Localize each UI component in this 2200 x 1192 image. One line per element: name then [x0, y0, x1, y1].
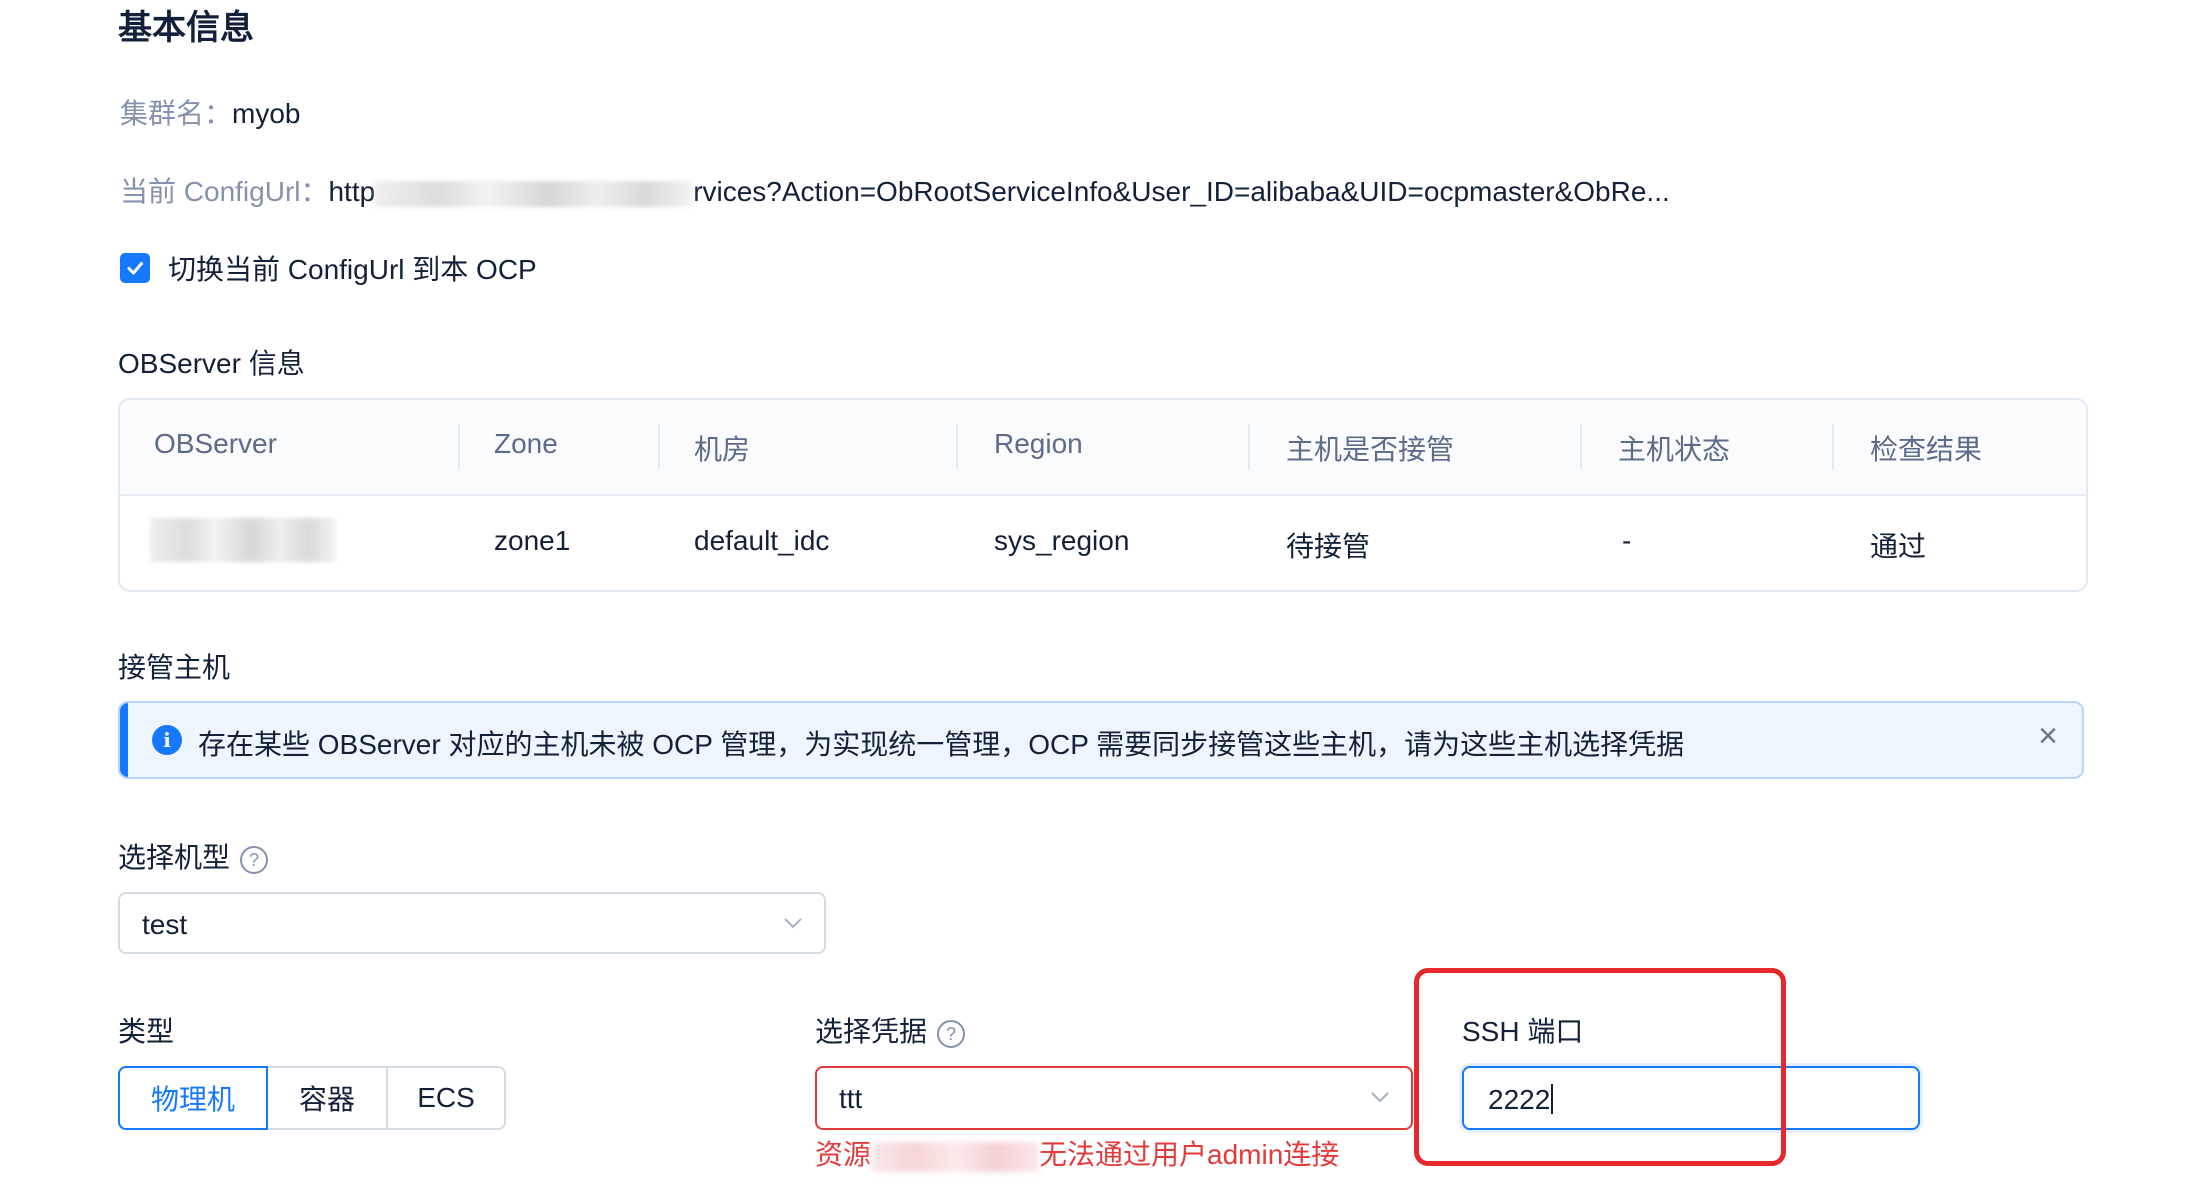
- model-select[interactable]: test: [118, 892, 826, 954]
- section-title-basic-info: 基本信息: [118, 9, 254, 47]
- type-segmented-control: 物理机 容器 ECS: [118, 1066, 506, 1130]
- switch-config-url-label: 切换当前 ConfigUrl 到本 OCP: [168, 254, 537, 285]
- cell-managed: 待接管: [1286, 531, 1371, 562]
- switch-config-url-option[interactable]: 切换当前 ConfigUrl 到本 OCP: [120, 248, 537, 288]
- column-separator: [1248, 424, 1250, 470]
- config-url-redacted: [375, 180, 694, 207]
- column-header-observer: OBServer: [154, 428, 277, 459]
- config-url-row: 当前 ConfigUrl：http rvices?Action=ObRootSer…: [120, 170, 1670, 210]
- observer-table-header: OBServer Zone 机房 Region 主机是否接管 主机状态 检查结果: [120, 400, 2086, 496]
- highlight-annotation-box: [1414, 968, 1786, 1166]
- config-url-suffix: rvices?Action=ObRootServiceInfo&User_ID=…: [693, 176, 1670, 207]
- takeover-alert: i 存在某些 OBServer 对应的主机未被 OCP 管理，为实现统一管理，O…: [118, 701, 2084, 779]
- help-icon[interactable]: ?: [240, 845, 269, 874]
- help-icon[interactable]: ?: [937, 1019, 966, 1048]
- model-label: 选择机型: [118, 842, 231, 873]
- alert-accent-bar: [120, 703, 128, 777]
- cell-idc: default_idc: [694, 525, 830, 556]
- observer-address-redacted: [150, 518, 336, 562]
- alert-message: 存在某些 OBServer 对应的主机未被 OCP 管理，为实现统一管理，OCP…: [198, 729, 1685, 760]
- credential-label-row: 选择凭据?: [815, 1010, 966, 1050]
- column-header-managed: 主机是否接管: [1286, 434, 1455, 465]
- chevron-down-icon: [784, 918, 802, 929]
- credential-label: 选择凭据: [815, 1016, 928, 1047]
- column-separator: [458, 424, 460, 470]
- column-separator: [956, 424, 958, 470]
- cell-region: sys_region: [994, 525, 1130, 556]
- cell-host-status: -: [1622, 525, 1632, 556]
- switch-config-url-checkbox[interactable]: [120, 253, 150, 283]
- cell-zone: zone1: [494, 525, 571, 556]
- column-header-idc: 机房: [694, 434, 751, 465]
- cluster-name-value: myob: [232, 98, 301, 129]
- column-separator: [1580, 424, 1582, 470]
- model-select-value: test: [142, 909, 188, 940]
- cell-check-result: 通过: [1870, 531, 1927, 562]
- type-label: 类型: [118, 1016, 175, 1047]
- close-icon[interactable]: ×: [2038, 717, 2058, 756]
- credential-error-message: 资源 无法通过用户admin连接: [815, 1133, 1339, 1173]
- column-header-check-result: 检查结果: [1870, 434, 1983, 465]
- credential-error-redacted: [871, 1141, 1040, 1172]
- info-icon: i: [152, 725, 182, 755]
- model-label-row: 选择机型?: [118, 836, 269, 876]
- column-header-region: Region: [994, 428, 1083, 459]
- credential-error-prefix: 资源: [815, 1139, 872, 1170]
- cluster-name-label: 集群名：: [120, 98, 233, 129]
- cluster-name-row: 集群名：myob: [120, 92, 300, 132]
- config-url-prefix: http: [328, 176, 376, 207]
- credential-select[interactable]: ttt: [815, 1066, 1413, 1130]
- takeover-host-title: 接管主机: [118, 652, 231, 683]
- check-icon: [127, 262, 143, 275]
- type-option-ecs[interactable]: ECS: [386, 1066, 506, 1130]
- observer-table: OBServer Zone 机房 Region 主机是否接管 主机状态 检查结果…: [118, 398, 2088, 592]
- type-option-physical[interactable]: 物理机: [118, 1066, 268, 1130]
- observer-info-title: OBServer 信息: [118, 348, 305, 379]
- column-header-host-status: 主机状态: [1618, 434, 1731, 465]
- column-separator: [658, 424, 660, 470]
- credential-select-value: ttt: [839, 1083, 863, 1114]
- config-url-label: 当前 ConfigUrl：: [120, 176, 329, 207]
- credential-error-suffix: 无法通过用户admin连接: [1039, 1139, 1340, 1170]
- type-option-container[interactable]: 容器: [266, 1066, 388, 1130]
- column-separator: [1832, 424, 1834, 470]
- column-header-zone: Zone: [494, 428, 558, 459]
- chevron-down-icon: [1371, 1092, 1389, 1103]
